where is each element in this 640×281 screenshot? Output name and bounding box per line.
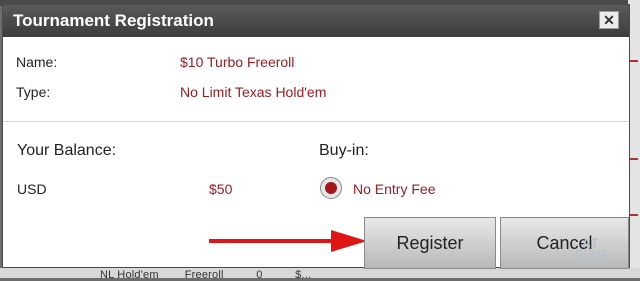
no-entry-fee-label[interactable]: No Entry Fee — [353, 181, 435, 197]
tournament-registration-dialog: Tournament Registration ✕ Name: $10 Turb… — [2, 4, 630, 269]
background-page-bottom — [0, 268, 640, 278]
register-button[interactable]: Register — [364, 217, 496, 269]
tournament-type-value: No Limit Texas Hold'em — [180, 84, 327, 100]
name-label: Name: — [16, 54, 58, 70]
tournament-name-value: $10 Turbo Freeroll — [180, 54, 295, 70]
watermark-line-2: FISH — [575, 248, 607, 262]
dialog-titlebar[interactable]: Tournament Registration ✕ — [3, 5, 629, 37]
background-marker — [630, 60, 638, 62]
balance-currency-label: USD — [17, 181, 47, 197]
background-table-row: NL Hold'em Freeroll 0 $... — [100, 269, 312, 281]
dialog-title: Tournament Registration — [13, 11, 214, 30]
background-marker — [630, 214, 638, 216]
balance-amount-value: $50 — [209, 181, 233, 197]
watermark-logo: AT FISH — [575, 237, 606, 261]
pointer-arrow-annotation — [209, 230, 367, 252]
close-button[interactable]: ✕ — [599, 11, 619, 29]
your-balance-header: Your Balance: — [17, 142, 117, 159]
no-entry-fee-radio[interactable] — [320, 177, 342, 199]
radio-selected-dot — [325, 182, 337, 194]
type-label: Type: — [16, 84, 51, 100]
buy-in-header: Buy-in: — [319, 142, 369, 159]
section-divider — [3, 121, 629, 122]
cancel-button[interactable]: Cancel — [500, 217, 629, 269]
background-marker — [630, 158, 638, 160]
close-icon: ✕ — [603, 12, 615, 28]
